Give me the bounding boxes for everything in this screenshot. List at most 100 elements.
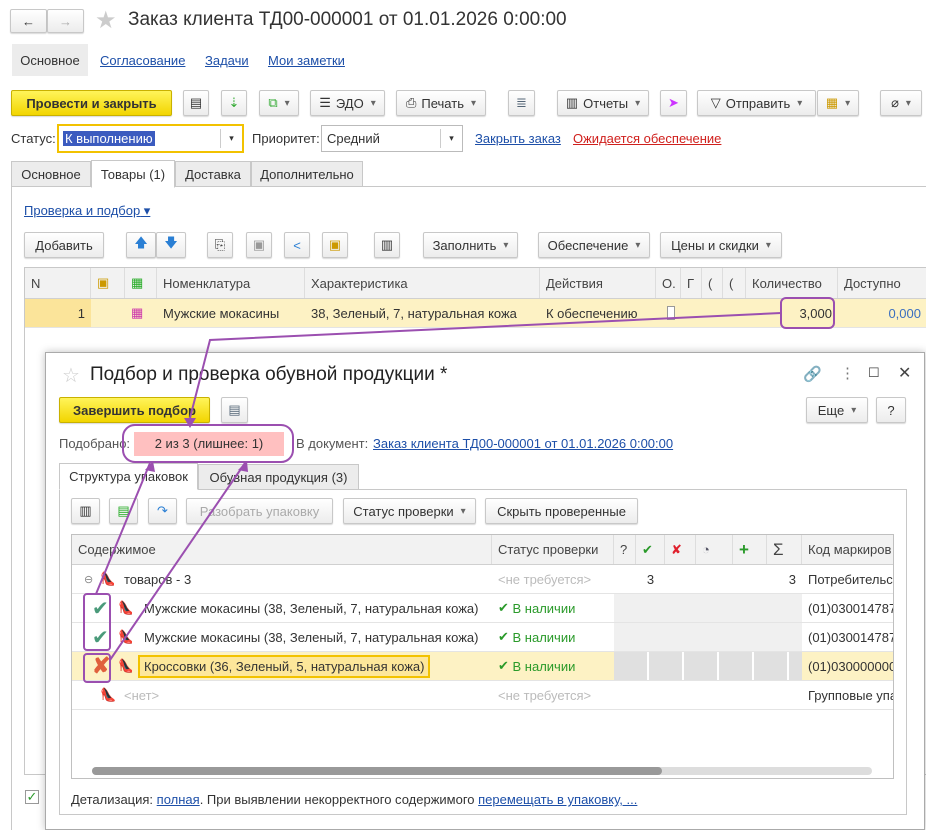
row-status-text: В наличии	[512, 600, 576, 616]
create-based-on-icon[interactable]: ⧉	[259, 90, 299, 116]
row-content: <нет>	[124, 687, 160, 703]
status-select[interactable]: К выполнению ▾	[57, 124, 244, 153]
row-quantity[interactable]: 3,000	[746, 299, 838, 327]
split-icon[interactable]: <	[284, 232, 310, 258]
link-icon[interactable]: 🔗	[803, 365, 822, 383]
move-to-package-link[interactable]: перемещать в упаковку, ...	[478, 792, 637, 807]
row-checkbox[interactable]	[661, 299, 681, 327]
save-icon[interactable]: ▤	[221, 397, 248, 423]
check-pick-link[interactable]: Проверка и подбор ▾	[24, 203, 150, 219]
nav-tab-approval[interactable]: Согласование	[100, 53, 185, 68]
col-quantity: Количество	[746, 268, 838, 298]
tab-shoe-products[interactable]: Обувная продукция (3)	[198, 464, 359, 490]
table-row[interactable]: 1 ▦ Мужские мокасины 38, Зеленый, 7, нат…	[25, 299, 926, 328]
tab-package-structure[interactable]: Структура упаковок	[59, 463, 198, 490]
barcode-search-icon[interactable]: ▥	[71, 498, 100, 524]
check-pick-label: Проверка и подбор	[24, 203, 141, 218]
paste-icon[interactable]: ▣	[246, 232, 272, 258]
redo-icon[interactable]: ↷	[148, 498, 177, 524]
row-action: К обеспечению	[546, 305, 638, 321]
nav-tab-main[interactable]: Основное	[12, 44, 88, 76]
barcode-icon[interactable]: ▥	[374, 232, 400, 258]
horizontal-scrollbar[interactable]	[92, 767, 872, 775]
row-status: <не требуется>	[498, 687, 592, 703]
priority-select[interactable]: Средний ▾	[321, 125, 463, 152]
picked-value: 2 из 3 (лишнее: 1)	[134, 432, 284, 456]
load-icon[interactable]: ▤	[109, 498, 138, 524]
copy-icon[interactable]: ⎘	[207, 232, 233, 258]
bitrix-icon[interactable]: ➤	[660, 90, 687, 116]
structure-icon[interactable]: ≣	[508, 90, 535, 116]
save-icon[interactable]: ▤	[183, 90, 209, 116]
check-icon: ✔	[498, 658, 513, 673]
row-content[interactable]: Кроссовки (36, Зеленый, 5, натуральная к…	[138, 655, 431, 678]
shoes-group-icon: 👠	[100, 687, 117, 702]
chevron-down-icon[interactable]: ▾	[220, 129, 242, 148]
check-status-button[interactable]: Статус проверки	[343, 498, 476, 524]
nav-tab-notes[interactable]: Мои заметки	[268, 53, 345, 68]
back-button[interactable]: ←	[10, 9, 47, 33]
tab-additional[interactable]: Дополнительно	[251, 161, 363, 187]
supply-button[interactable]: Обеспечение	[538, 232, 650, 258]
edo-button[interactable]: ☰ ЭДО	[310, 90, 385, 116]
maximize-icon[interactable]: ☐	[868, 365, 880, 381]
chevron-down-icon[interactable]: ▾	[440, 129, 462, 148]
forward-button[interactable]: →	[47, 9, 84, 33]
package-icon[interactable]: ▣	[322, 232, 348, 258]
hide-checked-button[interactable]: Скрыть проверенные	[485, 498, 638, 524]
prices-button[interactable]: Цены и скидки	[660, 232, 782, 258]
awaiting-supply-link[interactable]: Ожидается обеспечение	[573, 131, 721, 146]
fill-button[interactable]: Заполнить	[423, 232, 518, 258]
attachment-icon[interactable]: ⌀	[880, 90, 922, 116]
tree-row[interactable]: ⊖ 👠 товаров - 3 <не требуется> 3 3 Потре…	[72, 565, 893, 594]
row-total-count: 3	[788, 571, 796, 587]
add-button[interactable]: Добавить	[24, 232, 104, 258]
favorite-star-icon[interactable]: ☆	[62, 363, 80, 388]
scrollbar-thumb[interactable]	[92, 767, 662, 775]
send-button[interactable]: ▽ Отправить	[697, 90, 816, 116]
tab-goods[interactable]: Товары (1)	[91, 160, 175, 188]
tab-main[interactable]: Основное	[11, 161, 91, 187]
tree-row-selected[interactable]: ✘ 👠 Кроссовки (36, Зеленый, 5, натуральн…	[72, 652, 893, 681]
close-order-link[interactable]: Закрыть заказ	[475, 131, 561, 146]
move-down-icon[interactable]: 🡇	[156, 232, 186, 258]
prices-label: Цены и скидки	[671, 237, 759, 253]
tab-delivery[interactable]: Доставка	[175, 161, 251, 187]
favorite-star-icon[interactable]: ★	[95, 6, 117, 35]
reports-button[interactable]: ▥ Отчеты	[557, 90, 649, 116]
row-code: (01)030014787	[808, 600, 894, 616]
reports-icon: ▥	[565, 95, 579, 110]
col-characteristic: Характеристика	[305, 268, 540, 298]
marking-icon: ▦	[125, 268, 157, 298]
tree-row[interactable]: 👠 <нет> <не требуется> Групповые упа	[72, 681, 893, 710]
cross-mark-icon: ✘	[92, 653, 111, 678]
shoe-icon: 👠	[112, 652, 132, 680]
calendar-icon[interactable]: ▦	[817, 90, 859, 116]
row-content: Мужские мокасины (38, Зеленый, 7, натура…	[144, 629, 479, 645]
row-code: (01)030014787	[808, 629, 894, 645]
move-up-icon[interactable]: 🡅	[126, 232, 156, 258]
unpack-button[interactable]: Разобрать упаковку	[186, 498, 333, 524]
dialog-title: Подбор и проверка обувной продукции *	[90, 364, 448, 385]
tree-row[interactable]: ✔ 👠 Мужские мокасины (38, Зеленый, 7, на…	[72, 623, 893, 652]
footer-label: Детализация:	[71, 792, 154, 807]
print-button[interactable]: ⎙ Печать	[396, 90, 486, 116]
help-button[interactable]: ?	[876, 397, 906, 423]
more-vertical-icon[interactable]: ⋮	[840, 364, 855, 382]
row-status-text: В наличии	[512, 658, 576, 674]
send-label: Отправить	[725, 95, 791, 111]
more-button[interactable]: Еще	[806, 397, 868, 423]
nav-tab-tasks[interactable]: Задачи	[205, 53, 249, 68]
to-document-link[interactable]: Заказ клиента ТД00-000001 от 01.01.2026 …	[373, 436, 673, 451]
close-icon[interactable]: ✕	[898, 363, 911, 383]
post-and-close-button[interactable]: Провести и закрыть	[11, 90, 172, 116]
row-status: ✔ В наличии	[492, 623, 614, 651]
post-icon[interactable]: ⇣	[221, 90, 247, 116]
reports-label: Отчеты	[583, 95, 629, 111]
detail-level-link[interactable]: полная	[157, 792, 200, 807]
col-available: Доступно	[844, 275, 901, 291]
bottom-checkbox[interactable]: ✓	[25, 790, 39, 804]
tree-row[interactable]: ✔ 👠 Мужские мокасины (38, Зеленый, 7, на…	[72, 594, 893, 623]
finish-pick-button[interactable]: Завершить подбор	[59, 397, 210, 423]
more-label: Еще	[817, 402, 845, 418]
